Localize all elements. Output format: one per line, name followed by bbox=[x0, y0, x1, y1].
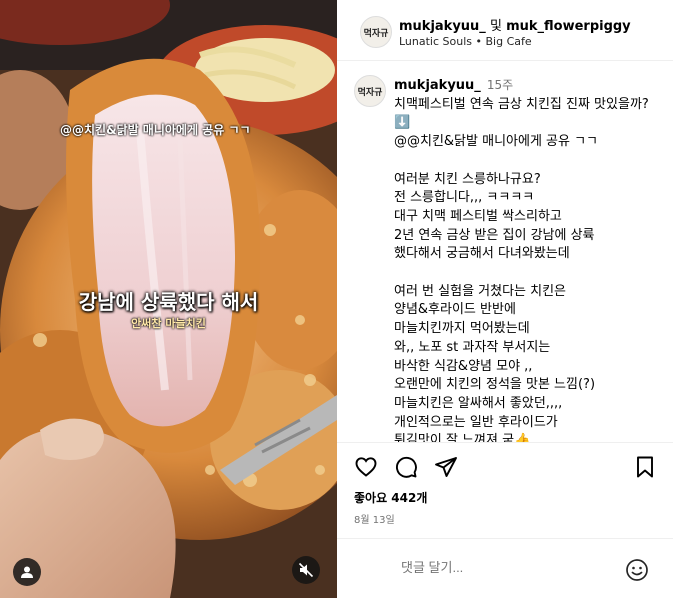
caption-line: 치맥페스티벌 연속 금상 치킨집 진짜 맛있을까? ⬇️ bbox=[394, 96, 649, 131]
post-panel: 먹자규 mukjakyuu_ 및 muk_flowerpiggy Lunatic… bbox=[337, 0, 673, 598]
emoji-icon bbox=[626, 559, 648, 581]
author-names: mukjakyuu_ 및 muk_flowerpiggy bbox=[399, 15, 631, 34]
audio-location: Lunatic Souls • Big Cafe bbox=[399, 35, 532, 48]
caption-line-break bbox=[394, 152, 656, 171]
comment-icon bbox=[396, 456, 417, 478]
caption-line: 개인적으로는 일반 후라이드가 bbox=[394, 414, 558, 430]
share-button[interactable] bbox=[433, 454, 459, 480]
avatar-text: 먹자규 bbox=[363, 28, 389, 39]
avatar[interactable]: 먹자규 bbox=[360, 16, 392, 48]
like-button[interactable] bbox=[353, 454, 379, 480]
comment-input[interactable] bbox=[399, 559, 579, 576]
add-comment-bar bbox=[337, 538, 673, 599]
caption-line: 2년 연속 금상 받은 집이 강남에 상륙 bbox=[394, 227, 595, 243]
coauthor-username[interactable]: muk_flowerpiggy bbox=[506, 19, 631, 34]
tagged-users-button[interactable] bbox=[13, 558, 41, 586]
user-icon bbox=[21, 566, 33, 578]
avatar-text: 먹자규 bbox=[357, 87, 383, 98]
caption-overlay-title: 강남에 상륙했다 해서 bbox=[78, 290, 259, 314]
caption-line: @@치킨&닭발 매니아에게 공유 ㄱㄱ bbox=[394, 134, 599, 150]
bookmark-icon bbox=[637, 456, 653, 478]
caption-time: 15주 bbox=[486, 78, 514, 92]
caption-comment: 먹자규 mukjakyuu_ 15주 치맥페스티벌 연속 금상 치킨집 진짜 맛있… bbox=[337, 62, 673, 443]
avatar[interactable]: 먹자규 bbox=[354, 75, 386, 107]
caption-line: 마늘치킨은 알싸해서 좋았던,,,, bbox=[394, 395, 563, 411]
separator: • bbox=[472, 35, 486, 48]
caption-line: 했다해서 궁금해서 다녀와봤는데 bbox=[394, 246, 570, 262]
caption-username[interactable]: mukjakyuu_ bbox=[394, 78, 481, 93]
author-username[interactable]: mukjakyuu_ bbox=[399, 19, 486, 34]
action-bar bbox=[337, 454, 673, 484]
post-media[interactable]: @@치킨&닭발 매니아에게 공유 ㄱㄱ 강남에 상륙했다 해서 안써찬 마늘치킨 bbox=[0, 0, 337, 598]
mute-button[interactable] bbox=[292, 556, 320, 584]
caption-line: 전 스릉합니다,,, ㅋㅋㅋㅋ bbox=[394, 190, 535, 206]
caption-line: 와,, 노포 st 과자작 부서지는 bbox=[394, 339, 551, 355]
caption-line: 양념&후라이드 반반에 bbox=[394, 302, 516, 318]
caption-lines: 치맥페스티벌 연속 금상 치킨집 진짜 맛있을까? ⬇️ @@치킨&닭발 매니아에… bbox=[394, 96, 656, 443]
caption-line: 대구 치맥 페스티벌 싹스리하고 bbox=[394, 208, 562, 224]
audio-link[interactable]: Lunatic Souls bbox=[399, 35, 472, 48]
like-count[interactable]: 좋아요 442개 bbox=[354, 489, 427, 506]
caption-line-break bbox=[394, 264, 656, 283]
caption-line: 마늘치킨까지 먹어봤는데 bbox=[394, 321, 530, 337]
comment-button[interactable] bbox=[393, 454, 419, 480]
caption-text: mukjakyuu_ 15주 치맥페스티벌 연속 금상 치킨집 진짜 맛있을까? … bbox=[394, 76, 656, 443]
caption-line: 여러분 치킨 스릉하나규요? bbox=[394, 171, 541, 187]
save-button[interactable] bbox=[632, 454, 658, 480]
caption-line: 오랜만에 치킨의 정석을 맛본 느낌(?) bbox=[394, 377, 596, 393]
caption-overlay-share: @@치킨&닭발 매니아에게 공유 ㄱㄱ bbox=[60, 123, 251, 137]
emoji-button[interactable] bbox=[625, 558, 649, 586]
caption-overlay-sub: 안써찬 마늘치킨 bbox=[131, 317, 206, 330]
share-icon bbox=[435, 457, 457, 477]
location-link[interactable]: Big Cafe bbox=[486, 35, 532, 48]
author-connector: 및 bbox=[489, 19, 502, 34]
mute-icon bbox=[298, 562, 314, 578]
caption-line: 튀김맛이 잘 느껴져 굳👍 bbox=[394, 433, 531, 443]
caption-line: 여러 번 실험을 거쳤다는 치킨은 bbox=[394, 283, 567, 299]
post-date[interactable]: 8월 13일 bbox=[354, 511, 395, 526]
heart-icon bbox=[355, 457, 377, 477]
post-header: 먹자규 mukjakyuu_ 및 muk_flowerpiggy Lunatic… bbox=[337, 0, 673, 61]
caption-line: 바삭한 식감&양념 모야 ,, bbox=[394, 358, 533, 374]
